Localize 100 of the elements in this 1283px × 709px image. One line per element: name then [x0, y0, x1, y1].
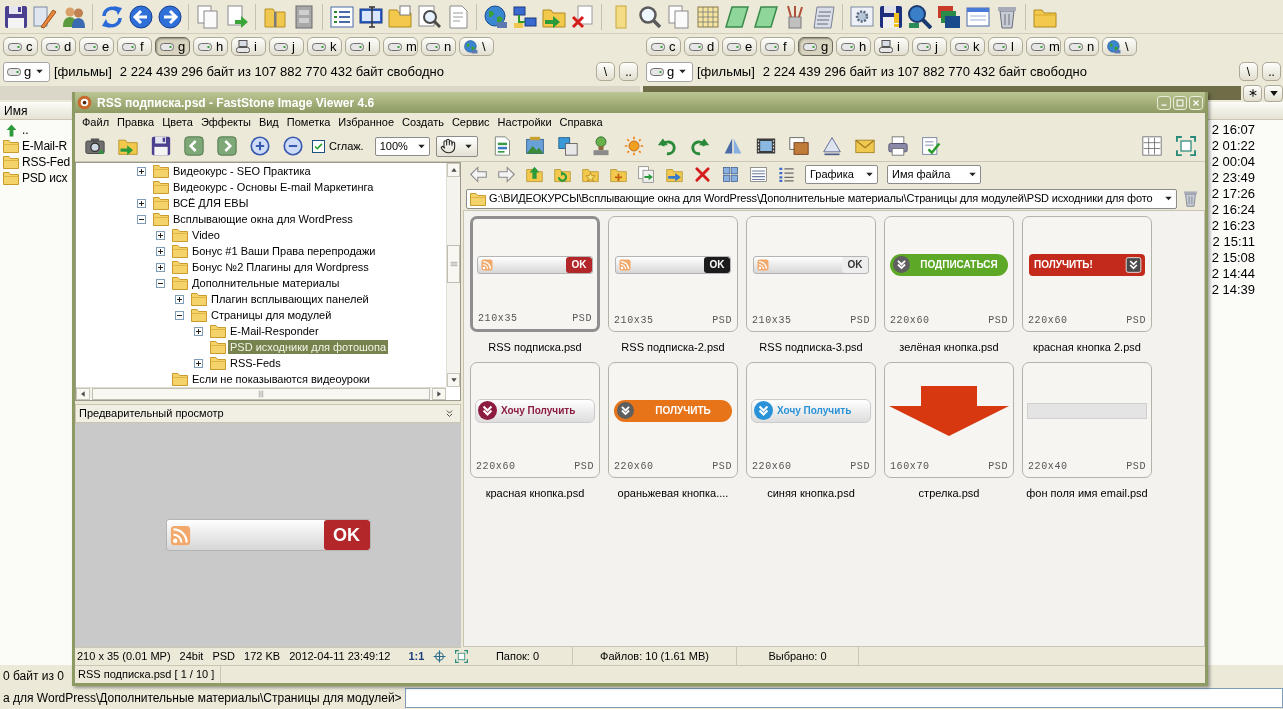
folder-label[interactable]: Бонус №2 Плагины для Wordpress [190, 260, 371, 274]
drive-button[interactable]: i [874, 37, 909, 56]
zoom-out-icon[interactable] [282, 136, 303, 156]
menu-item[interactable]: Правка [113, 113, 159, 131]
drive-button[interactable]: g [798, 37, 833, 56]
collapse-icon[interactable] [175, 310, 184, 320]
fit-icon[interactable] [433, 650, 447, 663]
thumbnails-icon[interactable] [721, 166, 739, 183]
folder-label[interactable]: ВСЁ ДЛЯ ЕВЫ [171, 196, 251, 210]
forward-icon[interactable] [157, 4, 182, 29]
film-icon[interactable] [756, 136, 777, 156]
drive-button[interactable]: j [912, 37, 947, 56]
squares-icon[interactable] [558, 136, 579, 156]
column-title[interactable]: Имя [4, 102, 28, 120]
calculator-icon[interactable] [811, 4, 836, 29]
file-name[interactable]: .. [22, 121, 29, 139]
zoom-dropdown[interactable]: 100% [374, 136, 430, 156]
folder-label[interactable]: Видеокурс - SEO Практика [171, 164, 313, 178]
folder-label[interactable]: RSS-Feds [228, 356, 283, 370]
file-name[interactable]: E-Mail-R [22, 137, 68, 155]
drive-dropdown[interactable]: g [646, 61, 693, 82]
directory-button[interactable]: \ [1239, 62, 1258, 81]
folder-label[interactable]: PSD исходники для фотошопа [228, 340, 389, 354]
back-icon[interactable] [183, 136, 204, 156]
folder-label[interactable]: Дополнительные материалы [190, 276, 342, 290]
folder-label[interactable]: Бонус #1 Ваши Права перепродажи [190, 244, 378, 258]
smoothing-checkbox[interactable] [312, 139, 325, 153]
pictures-icon[interactable] [789, 136, 810, 156]
command-input[interactable] [404, 687, 1283, 708]
collapse-icon[interactable] [137, 214, 146, 224]
expand-icon[interactable] [156, 246, 165, 256]
asterisk-icon[interactable] [1247, 88, 1258, 98]
scroll-up-icon[interactable] [449, 166, 458, 174]
caret-down-icon[interactable] [1268, 88, 1279, 98]
file-name[interactable]: синяя кнопка.psd [767, 478, 855, 508]
rotate-right-icon[interactable] [690, 136, 711, 156]
vertical-scrollbar[interactable] [446, 163, 460, 387]
drive-button[interactable]: m [383, 37, 418, 56]
menu-item[interactable]: Эффекты [196, 113, 255, 131]
file-name[interactable]: красная кнопка.psd [485, 478, 585, 508]
monitor-icon[interactable] [358, 4, 383, 29]
drive-button[interactable]: g [155, 37, 190, 56]
drive-button[interactable]: n [1064, 37, 1099, 56]
magnifier-icon[interactable] [907, 4, 932, 29]
folder-label[interactable]: Страницы для модулей [209, 308, 334, 322]
save-icon[interactable] [150, 136, 171, 156]
drive-button[interactable]: l [345, 37, 380, 56]
directory-button[interactable]: .. [1262, 62, 1281, 81]
drive-dropdown[interactable]: g [3, 61, 50, 82]
expand-icon[interactable] [137, 166, 146, 176]
folder-label[interactable]: Если не показываются видеоуроки [190, 372, 372, 386]
folder-label[interactable]: Video [190, 228, 222, 242]
floppy-icon[interactable] [3, 4, 28, 29]
thumbnail[interactable]: Хочу Получить 220x60 PSD [470, 362, 600, 478]
menu-item[interactable]: Вид [254, 113, 283, 131]
menu-item[interactable]: Создать [398, 113, 448, 131]
double-chevron-icon[interactable] [445, 409, 454, 418]
fullscreen-icon[interactable] [455, 650, 469, 663]
card-icon[interactable] [724, 4, 749, 29]
file-name[interactable]: ораньжевая кнопка.... [617, 478, 729, 508]
drive-button[interactable]: l [988, 37, 1023, 56]
drive-button[interactable]: n [421, 37, 456, 56]
scroll-down-icon[interactable] [449, 376, 458, 384]
printer-icon[interactable] [888, 136, 909, 156]
document-arrow-icon[interactable] [224, 4, 249, 29]
expand-icon[interactable] [156, 230, 165, 240]
list-icon[interactable] [777, 166, 795, 183]
menu-item[interactable]: Избранное [334, 113, 399, 131]
folder-label[interactable]: Плагин всплывающих панелей [209, 292, 371, 306]
camera-icon[interactable] [84, 136, 105, 156]
file-name[interactable]: RSS подписка-2.psd [621, 332, 725, 362]
drive-button[interactable]: f [117, 37, 152, 56]
fullscreen-icon[interactable] [1176, 136, 1196, 156]
thumbnail[interactable]: OK 210x35 PSD [608, 216, 738, 332]
drive-button[interactable]: h [836, 37, 871, 56]
collapse-icon[interactable] [156, 278, 165, 288]
history-button[interactable] [1264, 84, 1283, 102]
file-name[interactable]: RSS подписка.psd [488, 332, 582, 362]
file-name[interactable]: RSS подписка-3.psd [759, 332, 863, 362]
folder-label[interactable]: Всплывающие окна для WordPress [171, 212, 355, 226]
thumbnail[interactable]: Хочу Получить 220x60 PSD [746, 362, 876, 478]
drive-button[interactable]: j [269, 37, 304, 56]
drive-button[interactable]: h [193, 37, 228, 56]
drive-button[interactable]: c [3, 37, 38, 56]
trash-icon[interactable] [1182, 190, 1199, 207]
floppy-warning-icon[interactable] [878, 4, 903, 29]
arrow-right-icon[interactable] [497, 166, 515, 183]
back-icon[interactable] [128, 4, 153, 29]
drive-button[interactable]: f [760, 37, 795, 56]
thumbnail[interactable]: 220x40 PSD [1022, 362, 1152, 478]
scroll-left-icon[interactable] [79, 390, 87, 398]
grid-icon[interactable] [1142, 136, 1162, 156]
checklist-icon[interactable] [921, 136, 942, 156]
folder-label[interactable]: Видеокурс - Основы E-mail Маркетинга [171, 180, 376, 194]
filter-dropdown[interactable]: Графика [805, 165, 878, 184]
arrow-left-icon[interactable] [469, 166, 487, 183]
sun-icon[interactable] [624, 136, 645, 156]
delete-icon[interactable] [570, 4, 595, 29]
grid-icon[interactable] [695, 4, 720, 29]
drive-button[interactable]: \ [459, 37, 494, 56]
